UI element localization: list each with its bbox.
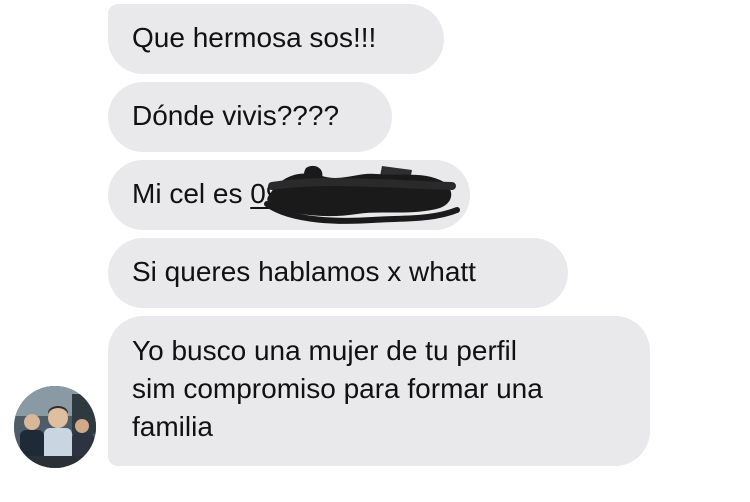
profile-photo-icon [14,386,96,468]
message-bubble[interactable]: Que hermosa sos!!! [108,4,444,74]
message-text-line: familia [132,411,213,442]
sender-avatar[interactable] [14,386,96,468]
phone-number-link[interactable]: 098776276 [250,175,390,213]
message-text: Que hermosa sos!!! [132,22,377,53]
message-bubble[interactable]: Mi cel es 098776276 [108,160,470,230]
message-text: Si queres hablamos x whatt [132,256,476,287]
message-bubble[interactable]: Dónde vivis???? [108,82,392,152]
message-text-line: Yo busco una mujer de tu perfil [132,335,517,366]
message-text-line: sim compromiso para formar una [132,373,543,404]
message-text: Mi cel es [132,178,251,209]
message-bubble[interactable]: Yo busco una mujer de tu perfil sim comp… [108,316,650,466]
message-bubble[interactable]: Si queres hablamos x whatt [108,238,568,308]
message-thread: Que hermosa sos!!! Dónde vivis???? Mi ce… [0,0,750,502]
message-text: Dónde vivis???? [132,100,340,131]
